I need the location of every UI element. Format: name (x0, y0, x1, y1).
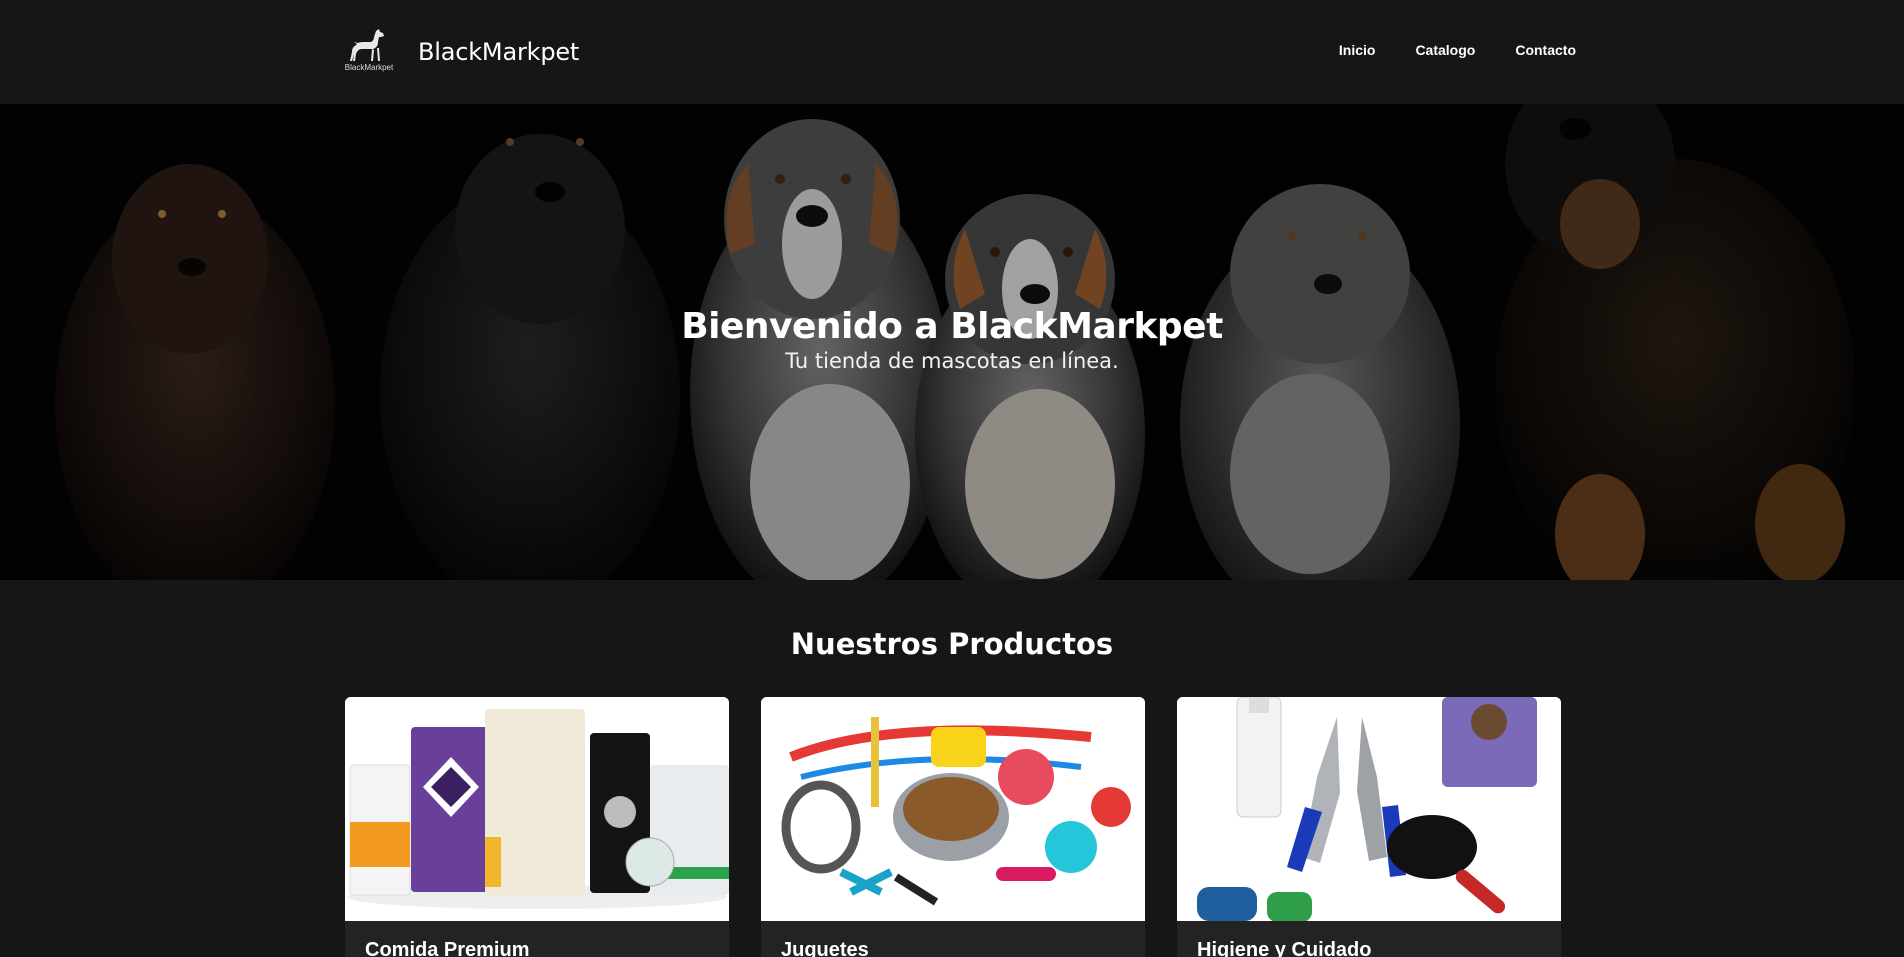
card-body: Higiene y Cuidado (1177, 921, 1561, 957)
product-title-hygiene[interactable]: Higiene y Cuidado (1197, 939, 1541, 957)
pet-toys-image (761, 697, 1145, 921)
hero-title: Bienvenido a BlackMarkpet (681, 306, 1223, 347)
product-title-toys[interactable]: Juguetes (781, 939, 1125, 957)
nav-link-contacto[interactable]: Contacto (1515, 42, 1576, 58)
brand[interactable]: BlackMarkpet BlackMarkpet (340, 28, 579, 76)
dog-logo-icon (350, 29, 384, 61)
brand-name[interactable]: BlackMarkpet (418, 38, 579, 66)
hero-text: Bienvenido a BlackMarkpet Tu tienda de m… (0, 306, 1904, 373)
products-title: Nuestros Productos (790, 627, 1114, 661)
product-cards: Comida Premium Juguetes Higiene y Cuidad… (345, 697, 1561, 957)
logo[interactable]: BlackMarkpet (340, 28, 398, 76)
card-body: Comida Premium (345, 921, 729, 957)
product-card-food[interactable]: Comida Premium (345, 697, 729, 957)
nav-menu: Inicio Catalogo Contacto (1339, 42, 1576, 58)
hero-banner: Bienvenido a BlackMarkpet Tu tienda de m… (0, 104, 1904, 580)
products-section: Nuestros Productos Comida Premium Juguet… (0, 580, 1904, 957)
nav-link-catalogo[interactable]: Catalogo (1415, 42, 1475, 58)
logo-text: BlackMarkpet (344, 63, 394, 72)
pet-food-bags-image (345, 697, 729, 921)
product-title-food[interactable]: Comida Premium (365, 939, 709, 957)
navbar: BlackMarkpet BlackMarkpet Inicio Catalog… (0, 0, 1904, 104)
product-card-hygiene[interactable]: Higiene y Cuidado (1177, 697, 1561, 957)
product-card-toys[interactable]: Juguetes (761, 697, 1145, 957)
grooming-tools-image (1177, 697, 1561, 921)
nav-link-inicio[interactable]: Inicio (1339, 42, 1376, 58)
card-body: Juguetes (761, 921, 1145, 957)
hero-subtitle: Tu tienda de mascotas en línea. (785, 349, 1119, 373)
